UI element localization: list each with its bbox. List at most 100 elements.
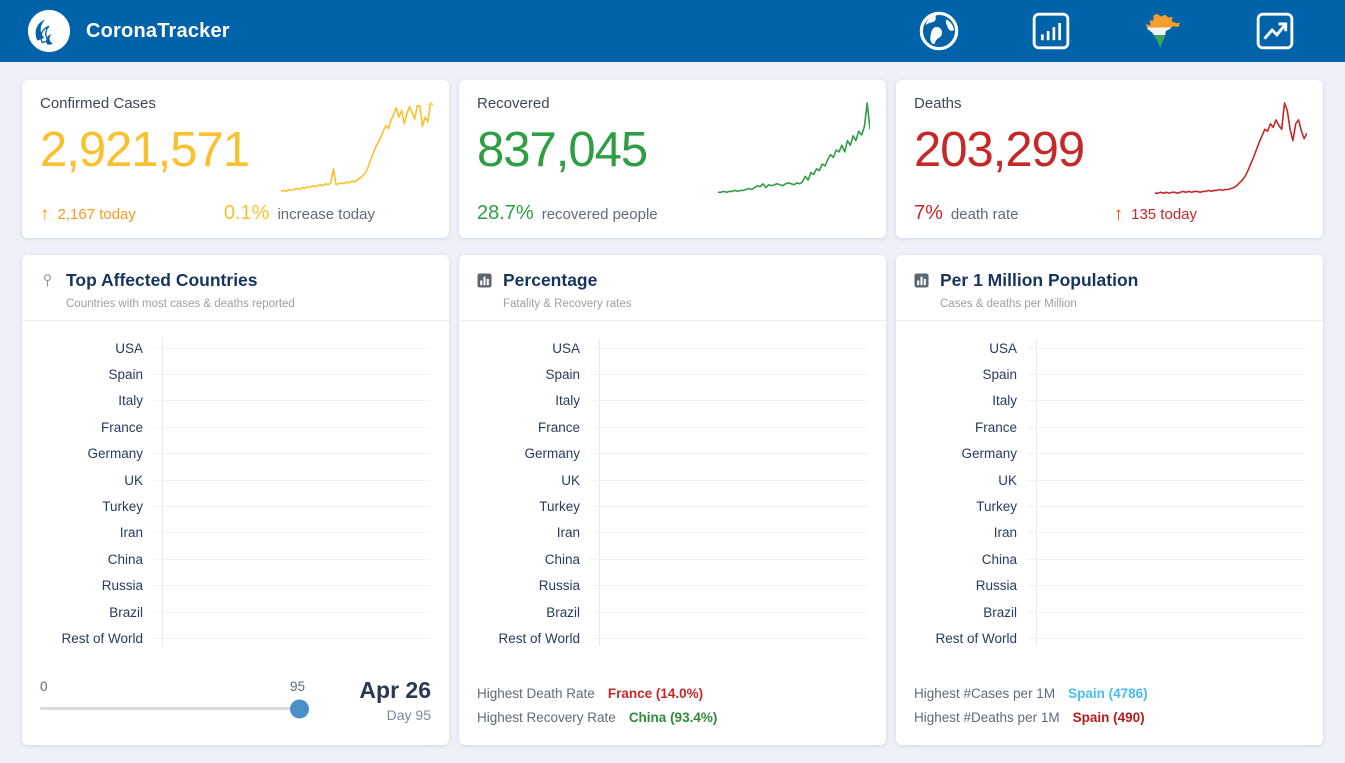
per-million-card: Per 1 Million Population Cases & deaths …: [896, 255, 1323, 745]
bar-track: [153, 340, 431, 357]
chart-row: Brazil: [906, 599, 1305, 625]
chart-row: Italy: [469, 388, 868, 414]
category-label: USA: [32, 341, 153, 356]
category-label: Iran: [469, 525, 590, 540]
bar-track: [1027, 577, 1305, 594]
chart-row: Turkey: [469, 493, 868, 519]
category-label: Spain: [32, 367, 153, 382]
chart-row: USA: [469, 335, 868, 361]
stats-row: Confirmed Cases 2,921,571 ↑ 2,167 today …: [22, 80, 1323, 238]
bar-track: [590, 445, 868, 462]
bar-chart-icon[interactable]: [1027, 7, 1075, 55]
deaths-percent-label: death rate: [951, 206, 1019, 223]
bar-track: [153, 445, 431, 462]
category-label: UK: [469, 473, 590, 488]
bar-track: [1027, 472, 1305, 489]
bar-track: [590, 419, 868, 436]
confirmed-percent: 0.1%: [224, 202, 270, 225]
top-affected-countries-card: Top Affected Countries Countries with mo…: [22, 255, 449, 745]
footer-label: Highest #Deaths per 1M: [914, 710, 1060, 725]
bar-track: [153, 577, 431, 594]
percentage-stacked-bar-chart: USASpainItalyFranceGermanyUKTurkeyIranCh…: [459, 321, 886, 652]
up-arrow-icon: ↑: [1114, 204, 1124, 226]
chart-row: China: [32, 546, 431, 572]
chart-title: Percentage: [503, 270, 597, 291]
confirmed-sparkline: [281, 94, 433, 202]
bar-track: [590, 366, 868, 383]
trend-chart-icon[interactable]: [1251, 7, 1299, 55]
per-million-stacked-bar-chart: USASpainItalyFranceGermanyUKTurkeyIranCh…: [896, 321, 1323, 652]
chart-subtitle: Fatality & Recovery rates: [503, 298, 868, 310]
percentage-card: Percentage Fatality & Recovery rates USA…: [459, 255, 886, 745]
card-header: Top Affected Countries Countries with mo…: [22, 255, 449, 321]
slider-min-label: 0: [40, 679, 48, 694]
globe-icon[interactable]: [915, 7, 963, 55]
bar-track: [153, 524, 431, 541]
footer-value: China (93.4%): [629, 710, 718, 725]
bar-track: [1027, 366, 1305, 383]
dashboard: Confirmed Cases 2,921,571 ↑ 2,167 today …: [0, 62, 1345, 745]
chart-row: Germany: [469, 441, 868, 467]
day-slider-track[interactable]: [40, 707, 305, 710]
chart-row: Turkey: [32, 493, 431, 519]
footer-label: Highest #Cases per 1M: [914, 686, 1055, 701]
category-label: Italy: [469, 393, 590, 408]
bar-track: [1027, 340, 1305, 357]
chart-row: UK: [906, 467, 1305, 493]
category-label: Italy: [32, 393, 153, 408]
chart-row: Russia: [906, 573, 1305, 599]
footer-value: Spain (490): [1073, 710, 1145, 725]
bar-track: [590, 551, 868, 568]
card-header: Percentage Fatality & Recovery rates: [459, 255, 886, 321]
day-slider-area: 0 95 Apr 26 Day 95: [22, 671, 449, 731]
chart-row: Brazil: [32, 599, 431, 625]
bar-track: [153, 551, 431, 568]
category-label: UK: [32, 473, 153, 488]
recovered-percent-label: recovered people: [542, 206, 658, 223]
chart-row: Russia: [469, 573, 868, 599]
mini-bar-chart-icon: [914, 273, 929, 288]
chart-row: UK: [469, 467, 868, 493]
top-navbar: CoronaTracker: [0, 0, 1345, 62]
category-label: Russia: [32, 578, 153, 593]
chart-row: UK: [32, 467, 431, 493]
chart-subtitle: Cases & deaths per Million: [940, 298, 1305, 310]
chart-row: Iran: [469, 520, 868, 546]
coronatracker-logo-icon[interactable]: [26, 8, 72, 54]
chart-row: Germany: [906, 441, 1305, 467]
bar-track: [1027, 498, 1305, 515]
chart-row: USA: [32, 335, 431, 361]
chart-row: China: [906, 546, 1305, 572]
selected-day: Day 95: [335, 707, 431, 723]
chart-row: Rest of World: [469, 625, 868, 651]
per-million-footer: Highest #Cases per 1M Spain (4786) Highe…: [896, 677, 1323, 731]
category-label: Brazil: [906, 605, 1027, 620]
category-label: Iran: [906, 525, 1027, 540]
bar-track: [1027, 551, 1305, 568]
bar-track: [590, 498, 868, 515]
category-label: Germany: [469, 446, 590, 461]
chart-subtitle: Countries with most cases & deaths repor…: [66, 298, 431, 310]
category-label: Turkey: [906, 499, 1027, 514]
navbar-icons: [915, 7, 1319, 55]
chart-row: Russia: [32, 573, 431, 599]
mini-bar-chart-icon: [477, 273, 492, 288]
bar-track: [590, 604, 868, 621]
chart-title: Per 1 Million Population: [940, 270, 1138, 291]
chart-row: Rest of World: [906, 625, 1305, 651]
category-label: Germany: [32, 446, 153, 461]
recovered-sparkline: [718, 94, 870, 202]
bar-track: [590, 577, 868, 594]
day-slider-thumb[interactable]: [290, 699, 309, 718]
app-title: CoronaTracker: [86, 20, 230, 43]
confirmed-today: 2,167 today: [58, 206, 136, 223]
bar-track: [590, 630, 868, 647]
chart-row: Iran: [32, 520, 431, 546]
chart-row: Italy: [32, 388, 431, 414]
india-map-icon[interactable]: [1139, 7, 1187, 55]
bar-track: [153, 472, 431, 489]
category-label: UK: [906, 473, 1027, 488]
confirmed-percent-label: increase today: [277, 206, 375, 223]
top-affected-bar-chart: USASpainItalyFranceGermanyUKTurkeyIranCh…: [22, 321, 449, 652]
bar-track: [590, 524, 868, 541]
